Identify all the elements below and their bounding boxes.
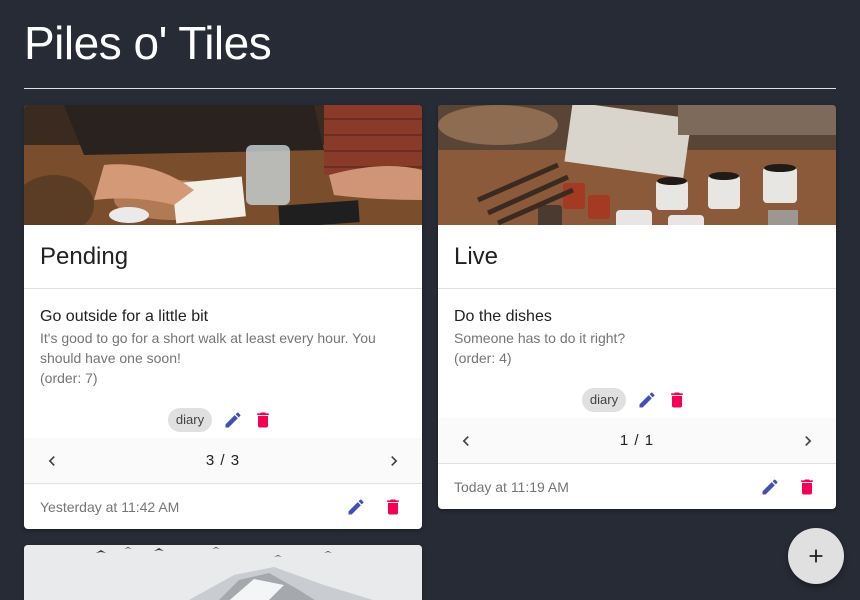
- card-actions: [748, 475, 822, 499]
- card-footer: Yesterday at 11:42 AM: [24, 484, 422, 529]
- card-content: Go outside for a little bit It's good to…: [24, 289, 422, 388]
- card-image: [438, 105, 836, 225]
- item-title: Do the dishes: [454, 308, 552, 325]
- trash-icon: [801, 479, 813, 495]
- trash-icon: [257, 412, 269, 428]
- item-order: (order: 4): [454, 350, 512, 366]
- updated-timestamp: Today at 11:19 AM: [454, 479, 569, 495]
- delete-item-button[interactable]: [665, 388, 689, 412]
- item-description: It's good to go for a short walk at leas…: [40, 330, 376, 366]
- previous-item-button[interactable]: [40, 449, 64, 473]
- tile-card-third: [24, 545, 422, 600]
- edit-item-button[interactable]: [635, 388, 659, 412]
- add-tile-button[interactable]: [788, 528, 844, 584]
- item-actions: diary: [24, 402, 422, 438]
- card-content: Do the dishes Someone has to do it right…: [438, 289, 836, 368]
- edit-item-button[interactable]: [221, 408, 245, 432]
- trash-icon: [387, 499, 399, 515]
- item-actions: diary: [438, 382, 836, 418]
- item-pager: 3 / 3: [24, 438, 422, 484]
- item-description: Someone has to do it right?: [454, 330, 626, 346]
- pager-count: 1 / 1: [619, 432, 655, 449]
- snowy-mountain-birds-photo: [24, 545, 422, 600]
- tag-chip[interactable]: diary: [581, 388, 627, 412]
- pager-count: 3 / 3: [205, 452, 241, 469]
- tile-card-pending: Pending Go outside for a little bit It's…: [24, 105, 422, 529]
- updated-timestamp: Yesterday at 11:42 AM: [40, 499, 180, 515]
- pencil-icon: [639, 392, 655, 408]
- item-order: (order: 7): [40, 370, 98, 386]
- chevron-left-icon: [48, 455, 55, 466]
- next-item-button[interactable]: [382, 449, 406, 473]
- delete-card-button[interactable]: [795, 475, 819, 499]
- chevron-left-icon: [462, 435, 469, 446]
- chevron-right-icon: [391, 455, 398, 466]
- delete-item-button[interactable]: [251, 408, 275, 432]
- item-title: Go outside for a little bit: [40, 308, 209, 325]
- coffee-cups-table-photo: [438, 105, 836, 225]
- delete-card-button[interactable]: [381, 495, 405, 519]
- pencil-icon: [762, 479, 778, 495]
- pencil-icon: [225, 412, 241, 428]
- edit-card-button[interactable]: [758, 475, 782, 499]
- trash-icon: [671, 392, 683, 408]
- plus-icon: [809, 549, 823, 563]
- pencil-icon: [348, 499, 364, 515]
- title-divider: [24, 88, 836, 89]
- card-header: Live: [438, 225, 836, 289]
- page-title: Piles o' Tiles: [24, 17, 272, 69]
- card-footer: Today at 11:19 AM: [438, 464, 836, 509]
- previous-item-button[interactable]: [454, 429, 478, 453]
- hands-writing-desk-photo: [24, 105, 422, 225]
- item-pager: 1 / 1: [438, 418, 836, 464]
- tag-chip[interactable]: diary: [167, 408, 213, 432]
- card-header: Pending: [24, 225, 422, 289]
- card-actions: [334, 495, 408, 519]
- card-image: [24, 105, 422, 225]
- tile-card-live: Live Do the dishes Someone has to do it …: [438, 105, 836, 509]
- next-item-button[interactable]: [796, 429, 820, 453]
- chevron-right-icon: [805, 435, 812, 446]
- edit-card-button[interactable]: [344, 495, 368, 519]
